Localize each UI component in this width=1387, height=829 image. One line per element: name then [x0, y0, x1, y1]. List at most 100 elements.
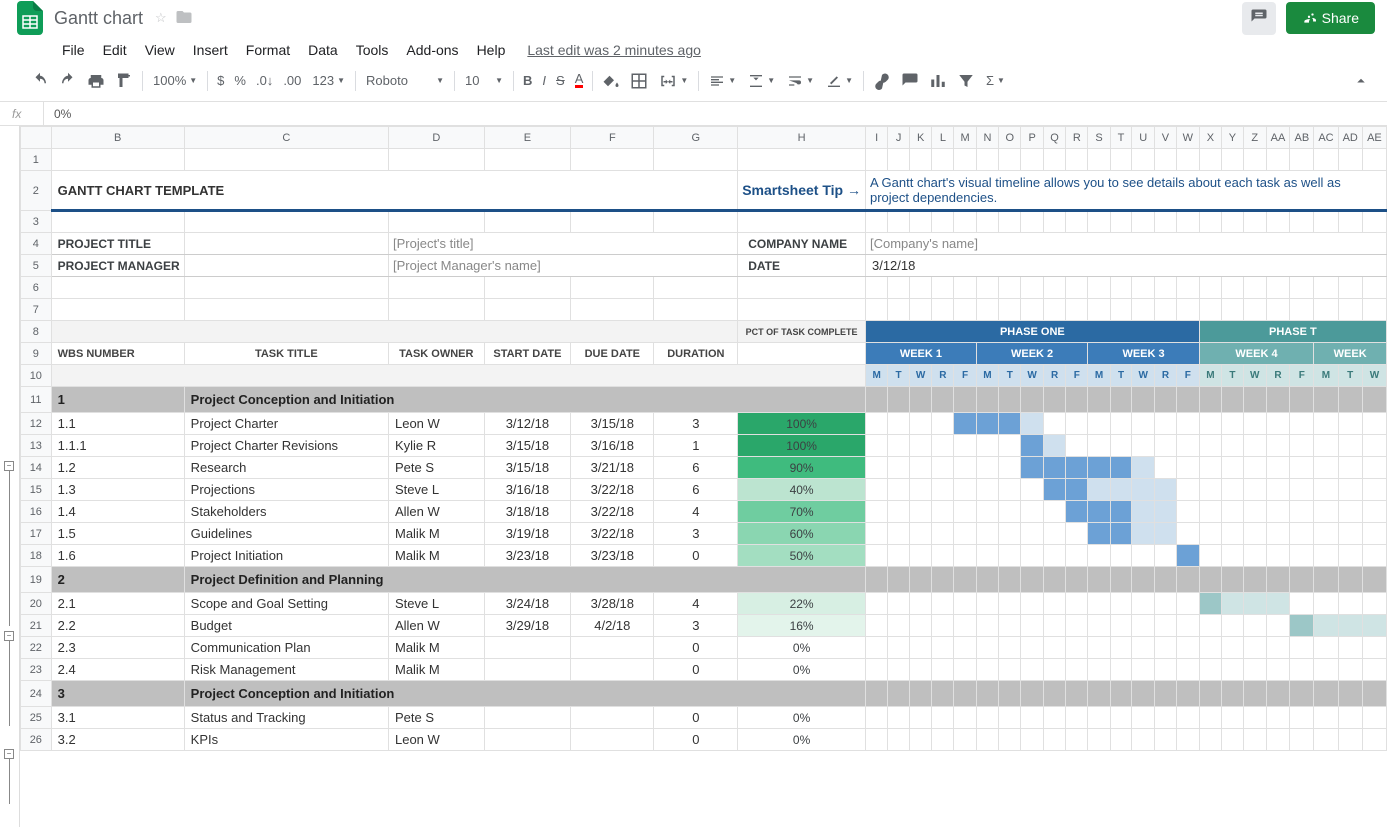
gantt-cell[interactable]: [1243, 545, 1266, 567]
gantt-cell[interactable]: [1132, 413, 1155, 435]
gantt-cell[interactable]: [1176, 413, 1199, 435]
gantt-cell[interactable]: [1066, 659, 1088, 681]
gantt-cell[interactable]: [1176, 435, 1199, 457]
row-header[interactable]: 6: [21, 277, 52, 299]
gantt-cell[interactable]: [1088, 479, 1110, 501]
column-header[interactable]: R: [1066, 127, 1088, 149]
spreadsheet-grid[interactable]: BCDEFGHIJKLMNOPQRSTUVWXYZAAABACADAE 12GA…: [20, 126, 1387, 827]
gantt-cell[interactable]: [888, 413, 910, 435]
gantt-cell[interactable]: [888, 729, 910, 751]
pct-cell[interactable]: 70%: [738, 501, 866, 523]
formula-input[interactable]: 0%: [44, 107, 71, 121]
gantt-cell[interactable]: [1132, 615, 1155, 637]
gantt-cell[interactable]: [1266, 413, 1290, 435]
print-button[interactable]: [87, 72, 105, 90]
column-header[interactable]: AB: [1290, 127, 1314, 149]
gantt-cell[interactable]: [865, 435, 887, 457]
gantt-cell[interactable]: [1088, 707, 1110, 729]
wrap-button[interactable]: ▼: [781, 71, 820, 91]
gantt-cell[interactable]: [1021, 593, 1044, 615]
column-header[interactable]: C: [184, 127, 388, 149]
gantt-cell[interactable]: [1199, 435, 1221, 457]
gantt-cell[interactable]: [1066, 501, 1088, 523]
pct-cell[interactable]: 100%: [738, 413, 866, 435]
duration-cell[interactable]: 3: [654, 615, 738, 637]
gantt-cell[interactable]: [1266, 637, 1290, 659]
start-cell[interactable]: 3/24/18: [484, 593, 571, 615]
gantt-cell[interactable]: [1199, 545, 1221, 567]
duration-cell[interactable]: 6: [654, 457, 738, 479]
gantt-cell[interactable]: [1132, 501, 1155, 523]
task-cell[interactable]: Guidelines: [184, 523, 388, 545]
row-header[interactable]: 23: [21, 659, 52, 681]
wbs-cell[interactable]: 1.6: [51, 545, 184, 567]
wbs-cell[interactable]: 2.2: [51, 615, 184, 637]
gantt-cell[interactable]: [1243, 413, 1266, 435]
gantt-cell[interactable]: [1132, 707, 1155, 729]
gantt-cell[interactable]: [1110, 729, 1132, 751]
gantt-cell[interactable]: [1338, 479, 1362, 501]
column-header[interactable]: G: [654, 127, 738, 149]
gantt-cell[interactable]: [1043, 593, 1065, 615]
gantt-cell[interactable]: [1221, 435, 1243, 457]
wbs-cell[interactable]: 1.4: [51, 501, 184, 523]
gantt-cell[interactable]: [1154, 457, 1176, 479]
gantt-cell[interactable]: [1154, 545, 1176, 567]
owner-cell[interactable]: Malik M: [388, 523, 484, 545]
gantt-cell[interactable]: [1338, 637, 1362, 659]
gantt-cell[interactable]: [1176, 457, 1199, 479]
gantt-cell[interactable]: [1110, 615, 1132, 637]
gantt-cell[interactable]: [1154, 413, 1176, 435]
valign-button[interactable]: ▼: [742, 71, 781, 91]
gantt-cell[interactable]: [1088, 593, 1110, 615]
gantt-cell[interactable]: [1314, 593, 1338, 615]
gantt-cell[interactable]: [888, 457, 910, 479]
gantt-cell[interactable]: [1266, 729, 1290, 751]
column-header[interactable]: AD: [1338, 127, 1362, 149]
gantt-cell[interactable]: [1338, 729, 1362, 751]
due-cell[interactable]: 3/21/18: [571, 457, 654, 479]
row-header[interactable]: 13: [21, 435, 52, 457]
column-header[interactable]: H: [738, 127, 866, 149]
gantt-cell[interactable]: [999, 479, 1021, 501]
gantt-cell[interactable]: [888, 707, 910, 729]
gantt-cell[interactable]: [1176, 501, 1199, 523]
gantt-cell[interactable]: [888, 435, 910, 457]
date-value[interactable]: 3/12/18: [865, 255, 1386, 277]
gantt-cell[interactable]: [865, 413, 887, 435]
gantt-cell[interactable]: [932, 729, 954, 751]
gantt-cell[interactable]: [1110, 435, 1132, 457]
duration-cell[interactable]: 4: [654, 593, 738, 615]
row-header[interactable]: 19: [21, 567, 52, 593]
column-header[interactable]: E: [484, 127, 571, 149]
task-cell[interactable]: Stakeholders: [184, 501, 388, 523]
gantt-cell[interactable]: [1362, 457, 1386, 479]
gantt-cell[interactable]: [1266, 615, 1290, 637]
pct-cell[interactable]: 0%: [738, 729, 866, 751]
gantt-cell[interactable]: [954, 501, 976, 523]
duration-cell[interactable]: 3: [654, 413, 738, 435]
gantt-cell[interactable]: [888, 593, 910, 615]
column-header[interactable]: S: [1088, 127, 1110, 149]
gantt-cell[interactable]: [976, 413, 998, 435]
gantt-cell[interactable]: [976, 637, 998, 659]
gantt-cell[interactable]: [1221, 615, 1243, 637]
column-header[interactable]: J: [888, 127, 910, 149]
gantt-cell[interactable]: [1290, 545, 1314, 567]
owner-cell[interactable]: Leon W: [388, 413, 484, 435]
gantt-cell[interactable]: [1221, 457, 1243, 479]
menu-edit[interactable]: Edit: [103, 42, 127, 58]
gantt-cell[interactable]: [865, 615, 887, 637]
bold-button[interactable]: B: [523, 73, 532, 88]
gantt-cell[interactable]: [976, 659, 998, 681]
row-header[interactable]: 12: [21, 413, 52, 435]
row-header[interactable]: 8: [21, 321, 52, 343]
dec-decrease-button[interactable]: .0↓: [256, 73, 273, 88]
task-cell[interactable]: Communication Plan: [184, 637, 388, 659]
halign-button[interactable]: ▼: [703, 71, 742, 91]
gantt-cell[interactable]: [1221, 637, 1243, 659]
gantt-cell[interactable]: [1110, 593, 1132, 615]
gantt-cell[interactable]: [1221, 523, 1243, 545]
gantt-cell[interactable]: [1154, 637, 1176, 659]
pct-cell[interactable]: 40%: [738, 479, 866, 501]
